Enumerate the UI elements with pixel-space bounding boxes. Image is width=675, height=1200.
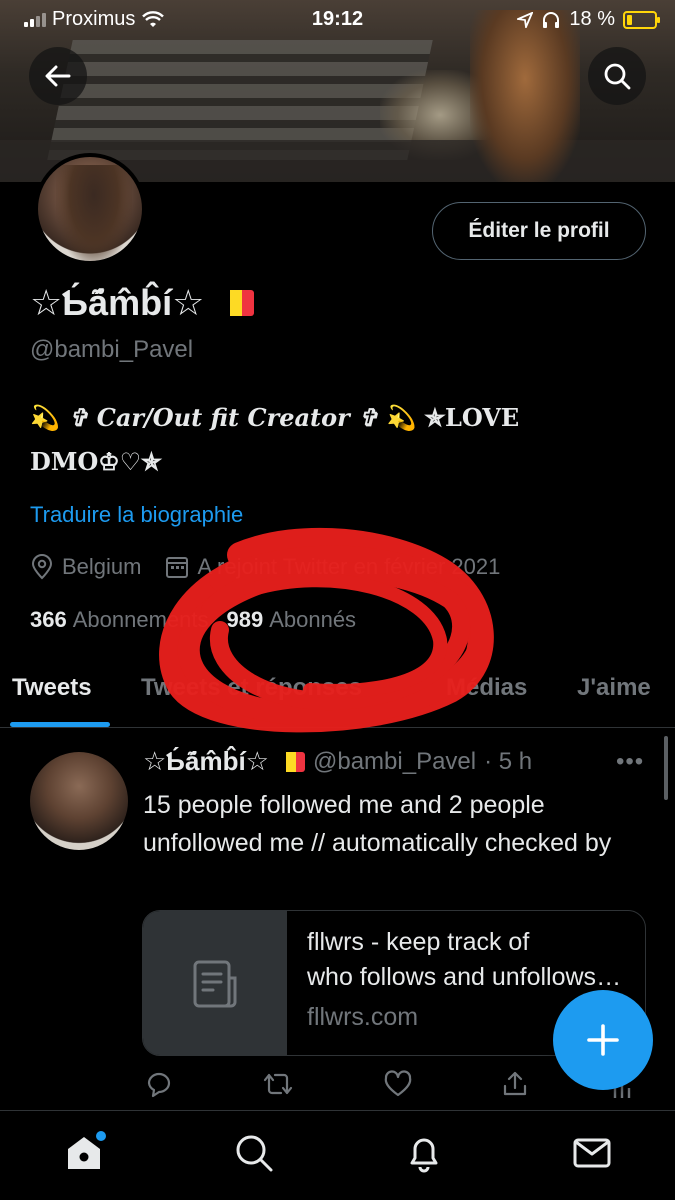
scrollbar-thumb[interactable] — [664, 736, 668, 800]
location-pin-icon — [31, 554, 53, 580]
followers-count: 989 — [226, 607, 264, 632]
tweet-author-name-text: ☆Ƅ́á͂m̂b̂í☆ — [143, 746, 269, 776]
heart-icon[interactable] — [383, 1070, 413, 1098]
home-notification-dot — [96, 1131, 106, 1141]
bio-line1-tail: ✯LOVE — [424, 403, 520, 432]
tab-tweets-replies[interactable]: Tweets et réponses — [141, 674, 362, 702]
tweet-author-handle: @bambi_Pavel — [313, 747, 477, 775]
location-text: Belgium — [62, 554, 142, 579]
link-card-title-line1: fllwrs - keep track of — [307, 928, 530, 956]
followers-link[interactable]: 989 Abonnés — [226, 607, 356, 633]
battery-fill — [627, 14, 632, 25]
display-name: ☆Ƅ́á͂m̂b̂í☆ — [30, 282, 255, 324]
link-card-title: fllwrs - keep track of who follows and u… — [307, 925, 627, 995]
bio-line1: ✞ Car/Out fit Creator ✞ — [68, 403, 379, 432]
dizzy-emoji: 💫 — [30, 403, 60, 432]
calendar-icon — [166, 557, 189, 578]
link-card-title-line2: who follows and unfollows you — [307, 963, 627, 991]
bottom-nav — [0, 1110, 675, 1200]
document-icon — [193, 960, 236, 1008]
back-arrow-icon — [45, 65, 71, 87]
following-count: 366 — [30, 607, 67, 632]
tweet-more-button[interactable]: ••• — [616, 748, 644, 776]
reply-icon[interactable] — [145, 1070, 173, 1098]
tweet-text: 15 people followed me and 2 people unfol… — [143, 791, 612, 857]
joined-date: A rejoint Twitter en février 2021 — [165, 554, 500, 580]
search-button[interactable] — [588, 47, 646, 105]
dizzy-emoji-2: 💫 — [386, 403, 417, 432]
location: Belgium — [30, 554, 141, 580]
following-link[interactable]: 366 Abonnements — [30, 607, 208, 633]
tweet-header: ☆Ƅ́á͂m̂b̂í☆ @bambi_Pavel · 5 h — [143, 746, 532, 777]
tab-tweets[interactable]: Tweets — [12, 674, 92, 702]
location-arrow-icon — [517, 11, 534, 28]
tweet-author-avatar[interactable] — [30, 752, 128, 850]
belgium-flag-icon — [218, 290, 255, 316]
follow-stats: 366 Abonnements 989 Abonnés — [30, 607, 356, 633]
status-bar: Proximus 19:12 18 % — [0, 0, 675, 38]
battery-icon — [623, 10, 660, 29]
headphones-icon — [543, 11, 560, 28]
translate-bio-link[interactable]: Traduire la biographie — [30, 502, 243, 528]
tab-likes[interactable]: J'aime — [577, 674, 651, 702]
tweet-author-name[interactable]: ☆Ƅ́á͂m̂b̂í☆ — [143, 746, 305, 777]
followers-label: Abonnés — [269, 607, 357, 632]
edit-profile-button[interactable]: Éditer le profil — [432, 202, 646, 260]
bell-icon[interactable] — [404, 1133, 444, 1173]
joined-text: A rejoint Twitter en février 2021 — [197, 554, 501, 579]
plus-icon — [587, 1024, 619, 1056]
battery-percent: 18 % — [569, 8, 615, 30]
share-icon[interactable] — [501, 1070, 529, 1098]
belgium-flag-icon — [277, 751, 305, 772]
compose-tweet-button[interactable] — [553, 990, 653, 1090]
profile-tabs: Tweets Tweets et réponses Médias J'aime — [0, 660, 675, 728]
status-right: 18 % — [517, 8, 660, 31]
profile-bio: 💫 ✞ Car/Out fit Creator ✞ 💫 ✯LOVE DMO♔♡✯ — [30, 396, 630, 484]
search-icon — [604, 63, 631, 90]
back-button[interactable] — [29, 47, 87, 105]
display-name-text: ☆Ƅ́á͂m̂b̂í☆ — [30, 282, 205, 323]
profile-meta: Belgium A rejoint Twitter en février 202… — [30, 554, 524, 580]
tab-media[interactable]: Médias — [446, 674, 527, 702]
active-tab-indicator — [10, 722, 110, 727]
link-card-thumbnail — [143, 911, 287, 1055]
link-card-domain: fllwrs.com — [307, 1003, 419, 1031]
following-label: Abonnements — [72, 607, 209, 632]
retweet-icon[interactable] — [261, 1070, 295, 1098]
explore-search-icon[interactable] — [234, 1133, 274, 1173]
mail-icon[interactable] — [572, 1133, 612, 1173]
profile-avatar[interactable] — [34, 153, 146, 265]
profile-handle: @bambi_Pavel — [30, 336, 194, 363]
bio-line2: DMO♔♡✯ — [30, 447, 162, 476]
tweet-time: · 5 h — [484, 747, 533, 775]
